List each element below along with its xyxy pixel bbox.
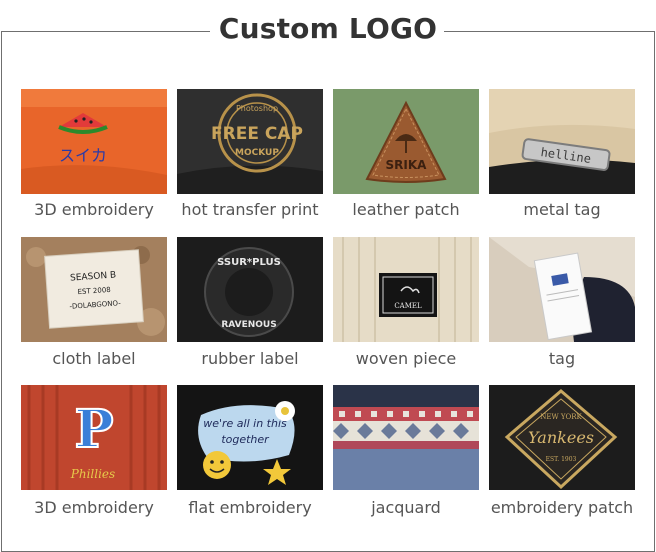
image-3d-embroidery-phillies: P Phillies xyxy=(21,385,167,490)
svg-text:SRIKA: SRIKA xyxy=(386,158,428,172)
caption-leather-patch: leather patch xyxy=(352,200,460,219)
caption-tag: tag xyxy=(548,349,576,368)
watermelon-text: スイカ xyxy=(59,146,107,165)
caption-cloth-label: cloth label xyxy=(52,349,136,368)
svg-text:we're all in this: we're all in this xyxy=(203,417,287,430)
image-embroidery-patch: NEW YORK Yankees EST. 1903 xyxy=(489,385,635,490)
image-rubber-label: SSUR*PLUS RAVENOUS xyxy=(177,237,323,342)
image-3d-embroidery-watermelon: スイカ xyxy=(21,89,167,194)
caption-hot-transfer-print: hot transfer print xyxy=(181,200,319,219)
image-hot-transfer-print: Photoshop FREE CAP MOCKUP xyxy=(177,89,323,194)
svg-text:NEW YORK: NEW YORK xyxy=(540,413,582,421)
svg-text:MOCKUP: MOCKUP xyxy=(235,148,279,158)
image-cloth-label: SEASON B EST 2008 -DOLABGONO- xyxy=(21,237,167,342)
svg-text:FREE CAP: FREE CAP xyxy=(211,124,303,144)
caption-flat-embroidery: flat embroidery xyxy=(188,498,312,517)
svg-text:SSUR*PLUS: SSUR*PLUS xyxy=(217,257,281,268)
caption-woven-piece: woven piece xyxy=(355,349,457,368)
caption-jacquard: jacquard xyxy=(371,498,441,517)
caption-metal-tag: metal tag xyxy=(523,200,601,219)
image-tag xyxy=(489,237,635,342)
svg-text:together: together xyxy=(221,433,270,446)
svg-text:Photoshop: Photoshop xyxy=(236,104,278,113)
svg-text:P: P xyxy=(74,399,113,460)
image-flat-embroidery: we're all in this together xyxy=(177,385,323,490)
image-metal-tag: helline xyxy=(489,89,635,194)
svg-text:CAMEL: CAMEL xyxy=(394,302,422,310)
image-leather-patch: SRIKA xyxy=(333,89,479,194)
image-jacquard xyxy=(333,385,479,490)
svg-text:RAVENOUS: RAVENOUS xyxy=(221,320,276,330)
caption-embroidery-patch: embroidery patch xyxy=(490,498,634,517)
svg-text:EST. 1903: EST. 1903 xyxy=(546,456,577,463)
caption-3d-embroidery-2: 3D embroidery xyxy=(34,498,154,517)
image-woven-piece: CAMEL xyxy=(333,237,479,342)
page-title: Custom LOGO xyxy=(218,12,438,45)
caption-3d-embroidery: 3D embroidery xyxy=(34,200,154,219)
svg-text:Phillies: Phillies xyxy=(70,467,115,481)
svg-text:Yankees: Yankees xyxy=(528,428,594,447)
caption-rubber-label: rubber label xyxy=(201,349,299,368)
